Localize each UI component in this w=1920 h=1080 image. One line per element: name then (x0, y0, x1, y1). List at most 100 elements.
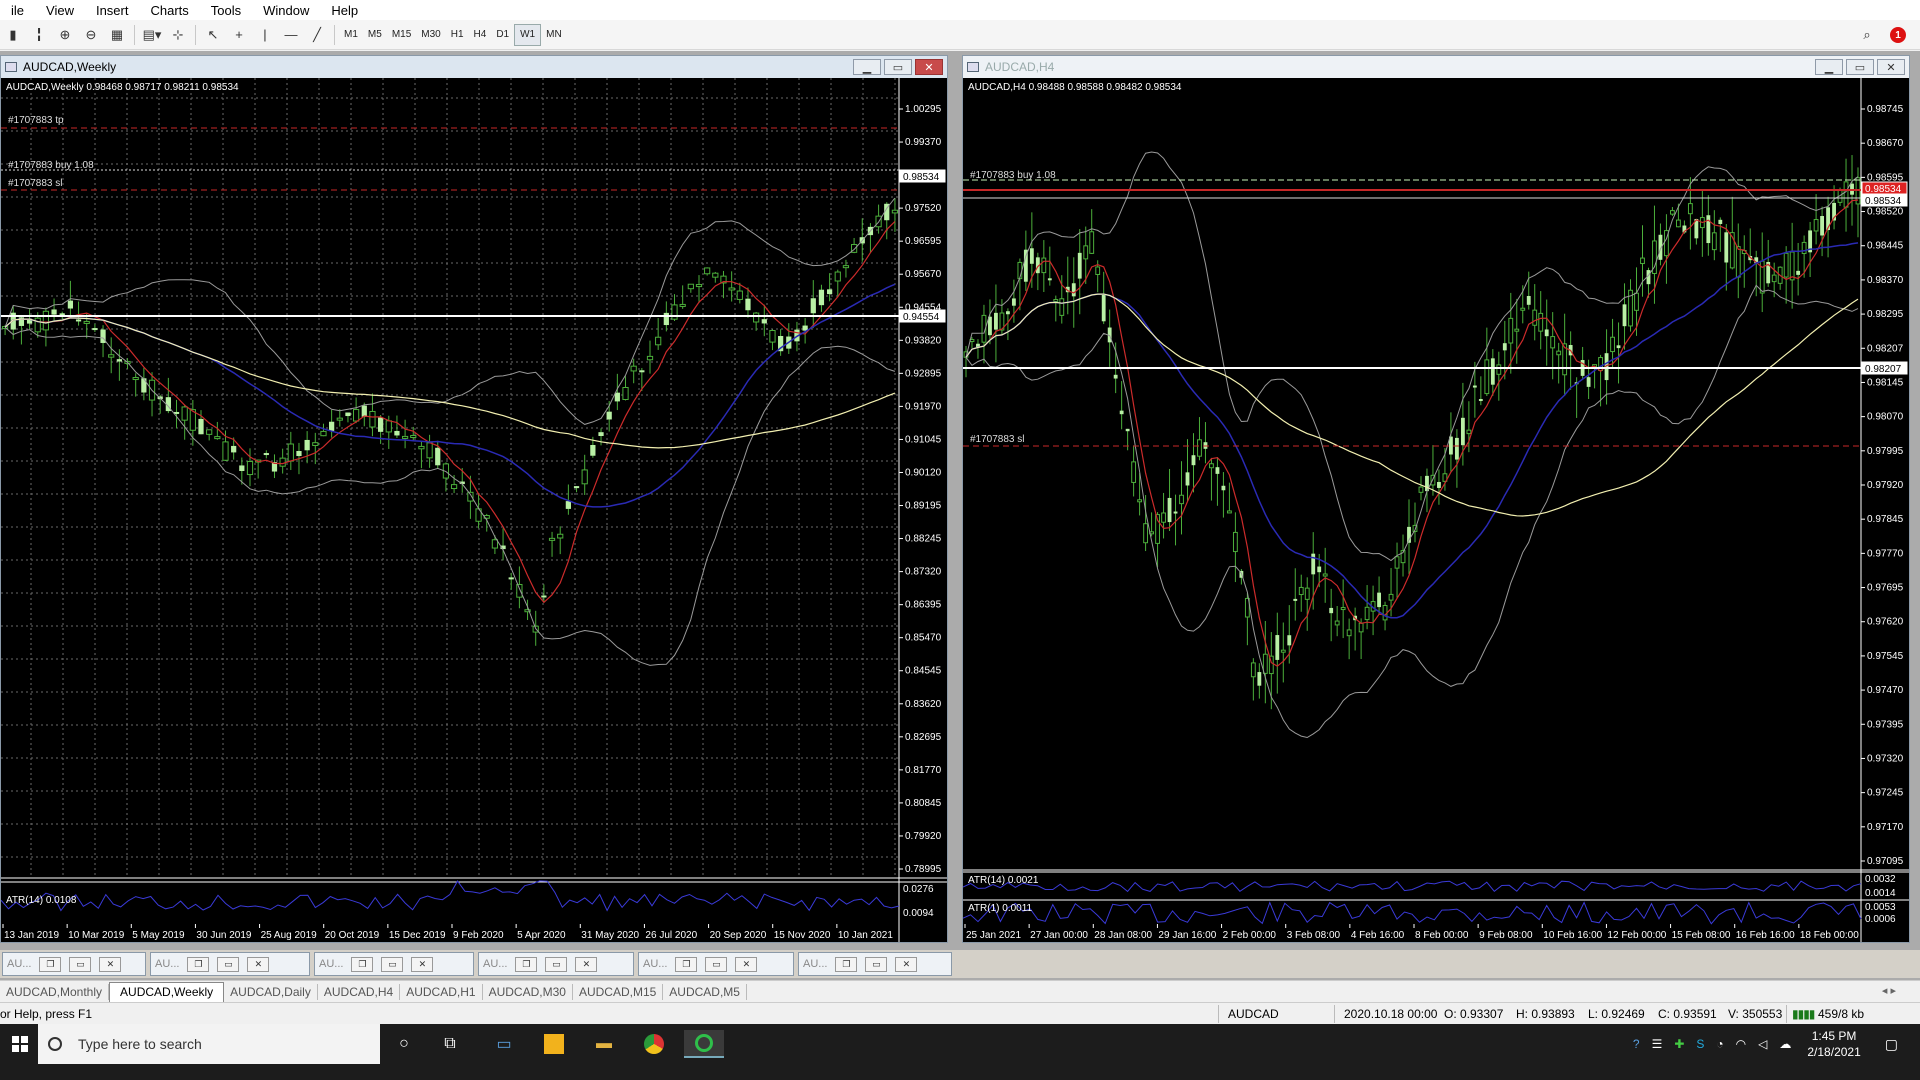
restore-icon[interactable]: ❐ (515, 956, 538, 972)
tab-audcad-m15[interactable]: AUDCAD,M15 (573, 983, 664, 1000)
chart-area-h4[interactable]: 0.98745 0.98670 0.98595 0.98520 0.98445 0.983… (963, 78, 1909, 942)
close-icon[interactable]: ✕ (411, 956, 434, 972)
restore-button[interactable]: ▭ (1846, 59, 1874, 75)
onedrive-icon[interactable]: ☁ (1779, 1037, 1791, 1051)
taskbar-search-input[interactable]: Type here to search (38, 1024, 380, 1064)
zoom-out-icon[interactable]: ⊖ (78, 23, 104, 47)
timeframe-d1[interactable]: D1 (491, 24, 514, 46)
chart-window-weekly[interactable]: AUDCAD,Weekly ▁ ▭ ✕ 1.00295 0.99370 0.9853… (0, 55, 948, 943)
task-view-icon[interactable]: ⧉ (430, 1030, 470, 1058)
close-icon[interactable]: ✕ (735, 956, 758, 972)
timeframe-m5[interactable]: M5 (363, 24, 387, 46)
minimize-button[interactable]: ▁ (853, 59, 881, 75)
maximize-icon[interactable]: ▭ (705, 956, 728, 972)
tab-audcad-weekly[interactable]: AUDCAD,Weekly (109, 981, 225, 1002)
window-title-bar[interactable]: AUDCAD,H4 ▁ ▭ ✕ (963, 56, 1909, 78)
tab-audcad-daily[interactable]: AUDCAD,Daily (224, 983, 318, 1000)
bar-chart-icon[interactable]: ▮ (0, 23, 26, 47)
windows-start-icon[interactable] (0, 1024, 40, 1064)
chrome-icon[interactable] (634, 1030, 674, 1058)
tab-scroll-arrows-icon[interactable]: ◂ ▸ (1882, 984, 1896, 997)
timeframe-m1[interactable]: M1 (339, 24, 363, 46)
tab-audcad-h4[interactable]: AUDCAD,H4 (318, 983, 401, 1000)
network-icon[interactable]: ◔ (1716, 1037, 1723, 1051)
skype-icon[interactable]: S (1696, 1037, 1704, 1051)
maximize-icon[interactable]: ▭ (217, 956, 240, 972)
tab-audcad-m30[interactable]: AUDCAD,M30 (483, 983, 573, 1000)
maximize-icon[interactable]: ▭ (545, 956, 568, 972)
notification-badge[interactable]: 1 (1890, 27, 1906, 43)
minimized-window[interactable]: AU... ❐ ▭ ✕ (314, 952, 474, 976)
menu-tools[interactable]: Tools (200, 3, 252, 18)
weekly-chart-canvas[interactable]: 1.00295 0.99370 0.98534 0.97520 0.96595 0.956… (1, 78, 947, 942)
remote-desktop-icon[interactable]: ▭ (484, 1030, 524, 1058)
minimized-window[interactable]: AU... ❐ ▭ ✕ (798, 952, 952, 976)
navigator-icon[interactable]: ⊹ (165, 23, 191, 47)
cursor-icon[interactable]: ↖ (200, 23, 226, 47)
search-icon[interactable]: ⌕ (1854, 23, 1880, 47)
price-axis-label: 0.97620 (1867, 617, 1904, 628)
template-icon[interactable]: ▤▾ (139, 23, 165, 47)
timeframe-h4[interactable]: H4 (469, 24, 492, 46)
help-icon[interactable]: ? (1633, 1037, 1640, 1051)
minimized-window[interactable]: AU... ❐ ▭ ✕ (2, 952, 146, 976)
crosshair-icon[interactable]: + (226, 23, 252, 47)
vertical-line-icon[interactable]: | (252, 23, 278, 47)
restore-icon[interactable]: ❐ (39, 956, 62, 972)
tile-windows-icon[interactable]: ▦ (104, 23, 130, 47)
maximize-icon[interactable]: ▭ (69, 956, 92, 972)
tray-menu-icon[interactable]: ☰ (1652, 1037, 1663, 1051)
taskbar-clock[interactable]: 1:45 PM 2/18/2021 (1807, 1028, 1860, 1060)
window-title-bar[interactable]: AUDCAD,Weekly ▁ ▭ ✕ (1, 56, 947, 78)
metatrader-icon[interactable] (684, 1030, 724, 1058)
maximize-icon[interactable]: ▭ (381, 956, 404, 972)
chart-area-weekly[interactable]: 1.00295 0.99370 0.98534 0.97520 0.96595 0.956… (1, 78, 947, 942)
close-icon[interactable]: ✕ (99, 956, 122, 972)
volume-icon[interactable]: ◁ (1758, 1037, 1767, 1051)
restore-icon[interactable]: ❐ (835, 956, 858, 972)
close-icon[interactable]: ✕ (247, 956, 270, 972)
close-button[interactable]: ✕ (1877, 59, 1905, 75)
chart-window-h4[interactable]: AUDCAD,H4 ▁ ▭ ✕ 0.98745 0.98670 0.98595 0.9… (962, 55, 1910, 943)
timeframe-mn[interactable]: MN (541, 24, 567, 46)
maximize-icon[interactable]: ▭ (865, 956, 888, 972)
menu-window[interactable]: Window (252, 3, 320, 18)
close-button[interactable]: ✕ (915, 59, 943, 75)
timeframe-h1[interactable]: H1 (446, 24, 469, 46)
minimize-button[interactable]: ▁ (1815, 59, 1843, 75)
minimized-window[interactable]: AU... ❐ ▭ ✕ (150, 952, 310, 976)
menu-help[interactable]: Help (320, 3, 369, 18)
candle-chart-icon[interactable]: ╏ (26, 23, 52, 47)
sticky-app-icon[interactable] (534, 1030, 574, 1058)
h4-chart-canvas[interactable]: 0.987450.986700.985950.985200.984450.983… (963, 78, 1909, 942)
tab-audcad-monthly[interactable]: AUDCAD,Monthly (0, 983, 110, 1000)
candle-body-bear (426, 442, 433, 459)
tp-label: #1707883 tp (8, 115, 64, 126)
menu-file[interactable]: ile (0, 3, 35, 18)
close-icon[interactable]: ✕ (575, 956, 598, 972)
restore-icon[interactable]: ❐ (351, 956, 374, 972)
tray-app-icon[interactable]: ✚ (1674, 1037, 1684, 1051)
restore-icon[interactable]: ❐ (675, 956, 698, 972)
menu-view[interactable]: View (35, 3, 85, 18)
timeframe-w1[interactable]: W1 (514, 23, 542, 46)
wifi-icon[interactable]: ◠ (1736, 1037, 1746, 1051)
timeframe-m30[interactable]: M30 (416, 24, 445, 46)
menu-insert[interactable]: Insert (85, 3, 140, 18)
minimized-window[interactable]: AU... ❐ ▭ ✕ (638, 952, 794, 976)
restore-button[interactable]: ▭ (884, 59, 912, 75)
tab-audcad-h1[interactable]: AUDCAD,H1 (400, 983, 483, 1000)
horizontal-line-icon[interactable]: — (278, 23, 304, 47)
zoom-in-icon[interactable]: ⊕ (52, 23, 78, 47)
file-explorer-icon[interactable]: ▬ (584, 1030, 624, 1058)
close-icon[interactable]: ✕ (895, 956, 918, 972)
cortana-icon[interactable]: ○ (384, 1030, 424, 1058)
timeframe-m15[interactable]: M15 (387, 24, 416, 46)
minimized-window[interactable]: AU... ❐ ▭ ✕ (478, 952, 634, 976)
menu-charts[interactable]: Charts (139, 3, 199, 18)
tab-audcad-m5[interactable]: AUDCAD,M5 (663, 983, 747, 1000)
candle-body-bear (1250, 662, 1256, 678)
trendline-icon[interactable]: ╱ (304, 23, 330, 47)
action-center-icon[interactable]: ▢ (1885, 1036, 1898, 1053)
restore-icon[interactable]: ❐ (187, 956, 210, 972)
